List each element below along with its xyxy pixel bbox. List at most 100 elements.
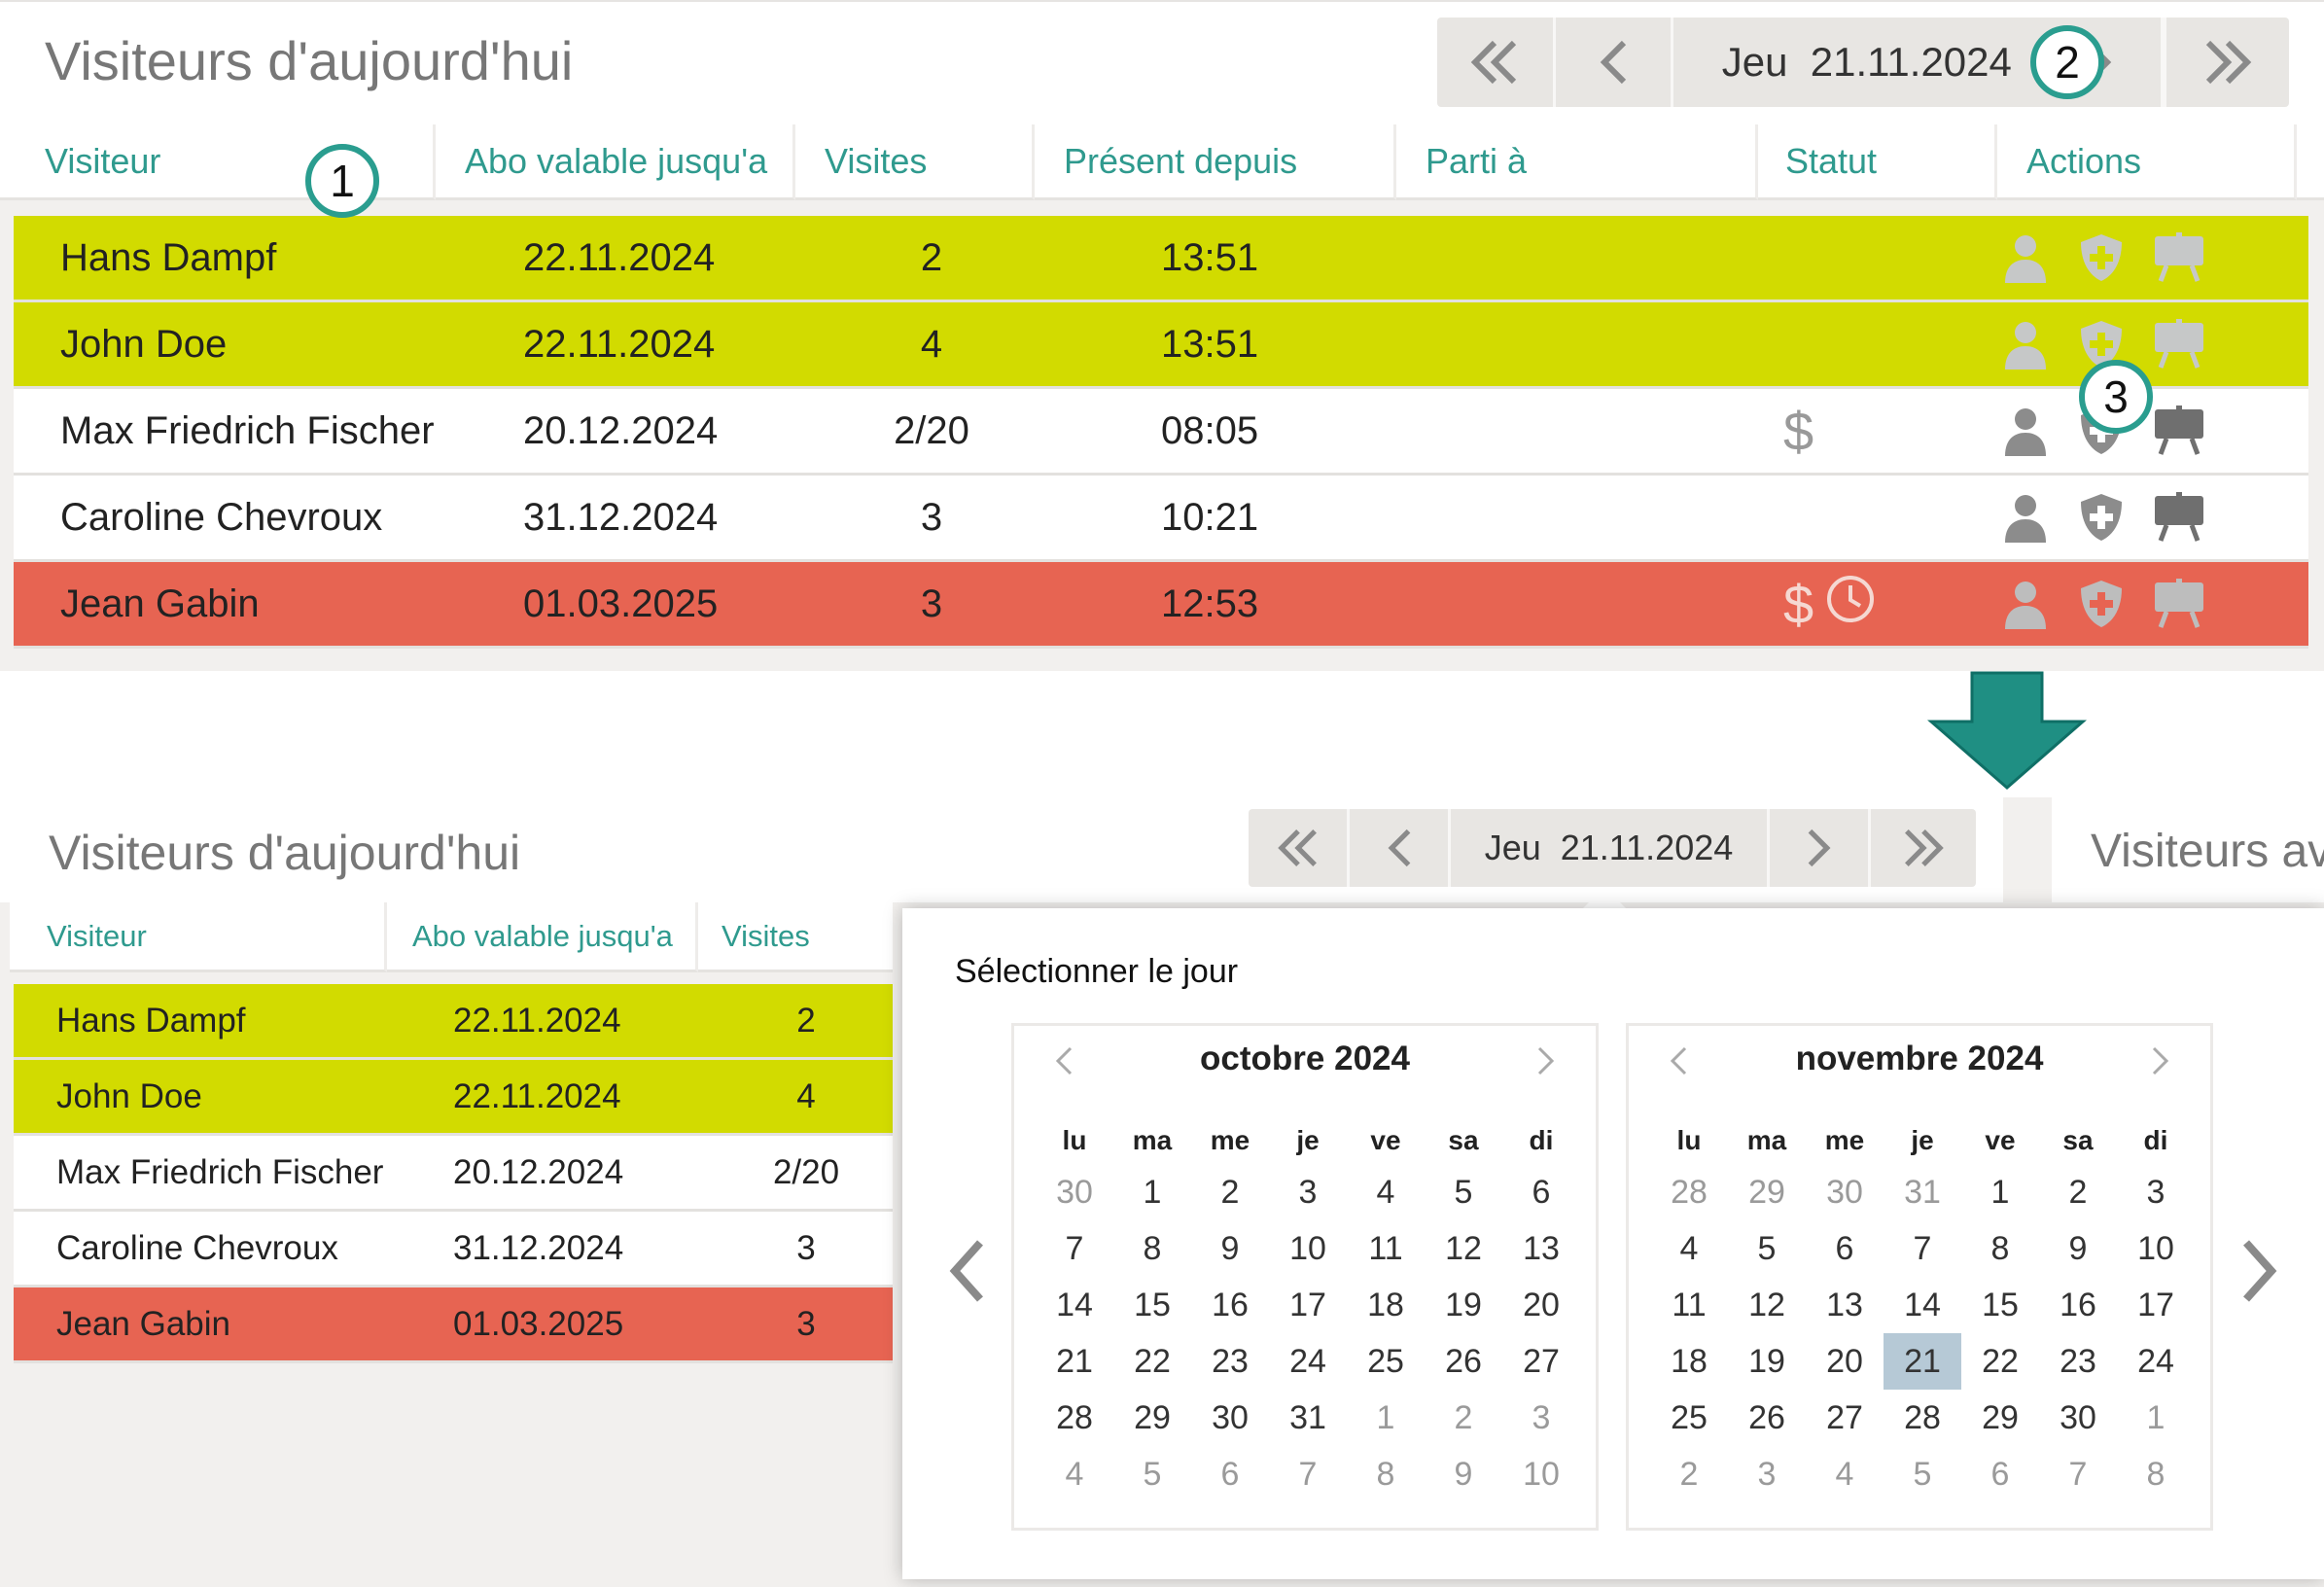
day-cell[interactable]: 13 <box>1806 1277 1884 1333</box>
column-header-present-since[interactable]: Présent depuis <box>1035 124 1396 200</box>
selected-day-cell[interactable]: 21 <box>1884 1333 1961 1390</box>
day-cell[interactable]: 10 <box>1502 1446 1580 1502</box>
day-cell[interactable]: 11 <box>1650 1277 1728 1333</box>
day-cell[interactable]: 8 <box>1113 1220 1191 1277</box>
person-icon[interactable] <box>2001 579 2050 629</box>
day-cell[interactable]: 5 <box>1728 1220 1806 1277</box>
day-cell[interactable]: 27 <box>1502 1333 1580 1390</box>
table-row[interactable]: Caroline Chevroux 31.12.2024 3 10:21 <box>14 476 2308 562</box>
day-cell[interactable]: 30 <box>2039 1390 2117 1446</box>
day-cell[interactable]: 17 <box>1269 1277 1347 1333</box>
next-months-icon[interactable] <box>2240 1239 2279 1303</box>
day-cell[interactable]: 10 <box>2117 1220 2195 1277</box>
day-cell[interactable]: 1 <box>1113 1164 1191 1220</box>
day-cell[interactable]: 8 <box>1347 1446 1425 1502</box>
day-cell[interactable]: 9 <box>1425 1446 1502 1502</box>
chevron-right-icon[interactable] <box>2150 1045 2171 1076</box>
day-cell[interactable]: 6 <box>1806 1220 1884 1277</box>
last-page-button[interactable] <box>1871 809 1976 887</box>
day-cell[interactable]: 16 <box>1191 1277 1269 1333</box>
day-cell[interactable]: 28 <box>1650 1164 1728 1220</box>
table-row[interactable]: Jean Gabin 01.03.2025 3 12:53 $ <box>14 562 2308 649</box>
day-cell[interactable]: 4 <box>1650 1220 1728 1277</box>
day-cell[interactable]: 23 <box>2039 1333 2117 1390</box>
table-row[interactable]: John Doe 22.11.2024 4 <box>14 1060 893 1136</box>
date-picker-button[interactable]: Jeu 21.11.2024 <box>1451 809 1770 887</box>
day-cell[interactable]: 29 <box>1961 1390 2039 1446</box>
column-header-visits[interactable]: Visites <box>795 124 1035 200</box>
day-cell[interactable]: 28 <box>1036 1390 1113 1446</box>
table-row[interactable]: Max Friedrich Fischer 20.12.2024 2/20 08:05… <box>14 389 2308 476</box>
day-cell[interactable]: 2 <box>2039 1164 2117 1220</box>
shield-icon[interactable] <box>2079 579 2124 629</box>
table-row[interactable]: Max Friedrich Fischer 20.12.2024 2/20 <box>14 1136 893 1212</box>
day-cell[interactable]: 4 <box>1347 1164 1425 1220</box>
day-cell[interactable]: 23 <box>1191 1333 1269 1390</box>
column-header-actions[interactable]: Actions <box>1997 124 2297 200</box>
column-header-visits[interactable]: Visites <box>698 902 893 972</box>
day-cell[interactable]: 9 <box>2039 1220 2117 1277</box>
presentation-board-icon[interactable] <box>2153 406 2205 456</box>
table-row[interactable]: Hans Dampf 22.11.2024 2 13:51 <box>14 216 2308 302</box>
day-cell[interactable]: 25 <box>1347 1333 1425 1390</box>
day-cell[interactable]: 2 <box>1425 1390 1502 1446</box>
first-page-button[interactable] <box>1249 809 1350 887</box>
column-header-left-at[interactable]: Parti à <box>1396 124 1758 200</box>
day-cell[interactable]: 19 <box>1425 1277 1502 1333</box>
day-cell[interactable]: 26 <box>1728 1390 1806 1446</box>
chevron-right-icon[interactable] <box>1535 1045 1557 1076</box>
column-header-visitor[interactable]: Visiteur <box>10 902 387 972</box>
day-cell[interactable]: 7 <box>1884 1220 1961 1277</box>
person-icon[interactable] <box>2001 319 2050 370</box>
person-icon[interactable] <box>2001 232 2050 283</box>
day-cell[interactable]: 30 <box>1036 1164 1113 1220</box>
day-cell[interactable]: 21 <box>1036 1333 1113 1390</box>
day-cell[interactable]: 22 <box>1961 1333 2039 1390</box>
day-cell[interactable]: 4 <box>1806 1446 1884 1502</box>
day-cell[interactable]: 25 <box>1650 1390 1728 1446</box>
day-cell[interactable]: 3 <box>2117 1164 2195 1220</box>
day-cell[interactable]: 30 <box>1806 1164 1884 1220</box>
day-cell[interactable]: 13 <box>1502 1220 1580 1277</box>
day-cell[interactable]: 12 <box>1728 1277 1806 1333</box>
table-row[interactable]: Jean Gabin 01.03.2025 3 <box>14 1287 893 1363</box>
day-cell[interactable]: 27 <box>1806 1390 1884 1446</box>
day-cell[interactable]: 24 <box>2117 1333 2195 1390</box>
day-cell[interactable]: 5 <box>1425 1164 1502 1220</box>
day-cell[interactable]: 8 <box>1961 1220 2039 1277</box>
day-cell[interactable]: 2 <box>1650 1446 1728 1502</box>
day-cell[interactable]: 30 <box>1191 1390 1269 1446</box>
day-cell[interactable]: 3 <box>1269 1164 1347 1220</box>
shield-icon[interactable] <box>2079 232 2124 283</box>
previous-day-button[interactable] <box>1350 809 1451 887</box>
day-cell[interactable]: 5 <box>1113 1446 1191 1502</box>
presentation-board-icon[interactable] <box>2153 579 2205 629</box>
day-cell[interactable]: 12 <box>1425 1220 1502 1277</box>
day-cell[interactable]: 3 <box>1502 1390 1580 1446</box>
day-cell[interactable]: 1 <box>1961 1164 2039 1220</box>
last-page-button[interactable] <box>2166 18 2289 107</box>
person-icon[interactable] <box>2001 492 2050 543</box>
presentation-board-icon[interactable] <box>2153 492 2205 543</box>
day-cell[interactable]: 14 <box>1884 1277 1961 1333</box>
day-cell[interactable]: 26 <box>1425 1333 1502 1390</box>
shield-icon[interactable] <box>2079 492 2124 543</box>
table-row[interactable]: John Doe 22.11.2024 4 13:51 <box>14 302 2308 389</box>
day-cell[interactable]: 7 <box>1269 1446 1347 1502</box>
day-cell[interactable]: 19 <box>1728 1333 1806 1390</box>
day-cell[interactable]: 6 <box>1191 1446 1269 1502</box>
day-cell[interactable]: 2 <box>1191 1164 1269 1220</box>
presentation-board-icon[interactable] <box>2153 319 2205 370</box>
table-row[interactable]: Caroline Chevroux 31.12.2024 3 <box>14 1212 893 1287</box>
day-cell[interactable]: 18 <box>1650 1333 1728 1390</box>
day-cell[interactable]: 29 <box>1113 1390 1191 1446</box>
day-cell[interactable]: 6 <box>1502 1164 1580 1220</box>
column-header-subscription[interactable]: Abo valable jusqu'a <box>436 124 795 200</box>
column-header-subscription[interactable]: Abo valable jusqu'a <box>387 902 698 972</box>
day-cell[interactable]: 4 <box>1036 1446 1113 1502</box>
day-cell[interactable]: 17 <box>2117 1277 2195 1333</box>
person-icon[interactable] <box>2001 406 2050 456</box>
day-cell[interactable]: 28 <box>1884 1390 1961 1446</box>
day-cell[interactable]: 7 <box>1036 1220 1113 1277</box>
day-cell[interactable]: 24 <box>1269 1333 1347 1390</box>
